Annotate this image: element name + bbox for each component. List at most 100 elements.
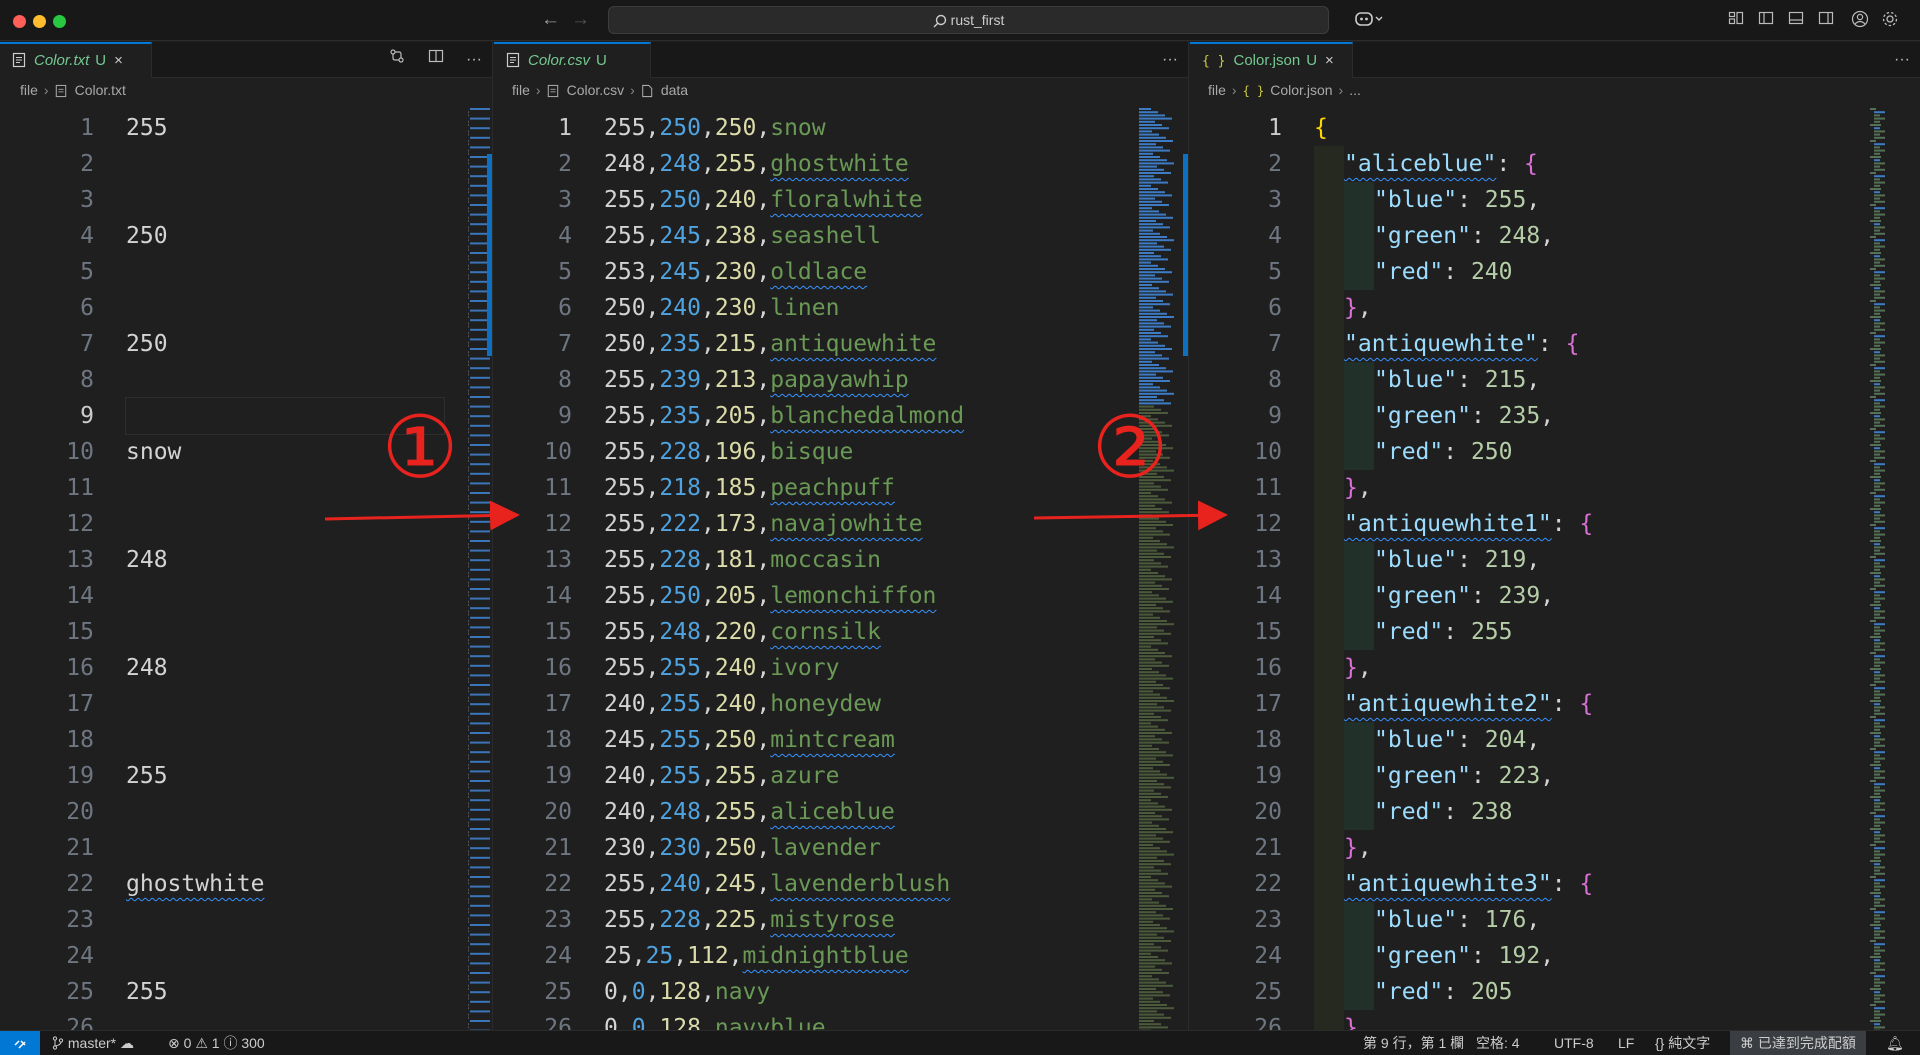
minimap[interactable]: [448, 104, 492, 1030]
account-icon[interactable]: [1850, 10, 1870, 30]
green-value: 235: [659, 331, 701, 357]
tab-color-csv[interactable]: Color.csv U: [494, 42, 651, 78]
breadcrumb-item[interactable]: file: [512, 82, 530, 98]
command-center-search[interactable]: rust_first: [608, 6, 1329, 34]
breadcrumb-item[interactable]: ...: [1349, 82, 1361, 98]
red-value: 255: [604, 439, 646, 465]
close-tab-icon[interactable]: ×: [114, 52, 123, 69]
breadcrumb-item[interactable]: file: [1208, 82, 1226, 98]
minimap-line: [1139, 696, 1167, 699]
json-key: "red": [1374, 439, 1444, 465]
scrollbar-thumb[interactable]: [1183, 154, 1188, 356]
bell-icon[interactable]: 🔔︎: [1886, 1031, 1904, 1055]
minimap-line: [470, 741, 490, 744]
gear-icon[interactable]: [1880, 10, 1900, 30]
copilot-icon[interactable]: [1352, 10, 1386, 30]
minimap-line: [468, 504, 469, 507]
minimap-line: [1874, 879, 1885, 882]
red-value: 255: [604, 475, 646, 501]
csv-row: 25,25,112,midnightblue: [604, 938, 909, 974]
minimap-line: [468, 850, 469, 853]
line-number: 4: [558, 223, 572, 249]
minimap-line: [1139, 594, 1159, 597]
minimap-line: [1874, 1016, 1880, 1019]
minimap-line: [1139, 831, 1173, 834]
json-line: },: [1344, 290, 1372, 326]
line-number: 21: [1254, 835, 1282, 861]
code-editor[interactable]: 1{2 "aliceblue": {3 "blue": 255, 4 "green": …: [1190, 110, 1920, 1030]
minimap-line: [1870, 348, 1881, 350]
indent-guide: [1314, 902, 1344, 938]
toggle-secondary-sidebar-icon[interactable]: [1816, 10, 1836, 30]
open-changes-icon[interactable]: [389, 49, 405, 68]
layout-customize-icon[interactable]: [1726, 10, 1746, 30]
split-editor-icon[interactable]: [428, 49, 444, 68]
minimap-line: [1139, 591, 1152, 594]
indent-guide: [1314, 722, 1344, 758]
minimap-line: [1870, 892, 1881, 894]
minimap-line: [1874, 248, 1880, 251]
close-window-button[interactable]: [13, 15, 26, 28]
remote-indicator[interactable]: [0, 1031, 40, 1055]
comma: ,: [756, 835, 771, 861]
minimap-line: [1139, 194, 1172, 197]
language-mode[interactable]: {} 純文字: [1655, 1031, 1710, 1055]
minimize-window-button[interactable]: [33, 15, 46, 28]
maximize-window-button[interactable]: [53, 15, 66, 28]
minimap-line: [1139, 508, 1162, 510]
minimap-line: [1870, 492, 1876, 494]
code-editor[interactable]: 1 255 2 3 4 250 5 6 7 250 8 9 10 snow 11 12 13 248 14 15 16 2…: [0, 110, 492, 1030]
close-tab-icon[interactable]: ×: [1325, 52, 1334, 69]
copilot-status[interactable]: ⌘ 已達到完成配額: [1730, 1031, 1866, 1055]
breadcrumb-item[interactable]: file: [20, 82, 38, 98]
more-actions-icon[interactable]: ···: [1894, 51, 1910, 68]
problems-status[interactable]: ⊗ 0 ⚠ 1 ⓘ 300: [168, 1031, 265, 1055]
minimap-line: [468, 863, 469, 866]
minimap-line: [1139, 456, 1170, 459]
back-arrow-icon[interactable]: ←: [541, 9, 560, 31]
indentation-status[interactable]: 空格: 4: [1476, 1031, 1520, 1055]
minimap-line: [1870, 332, 1876, 334]
toggle-primary-sidebar-icon[interactable]: [1756, 10, 1776, 30]
forward-arrow-icon[interactable]: →: [571, 9, 590, 31]
minimap-line: [1874, 959, 1880, 962]
eol-status[interactable]: LF: [1618, 1031, 1634, 1055]
cursor-position[interactable]: 第 9 行，第 1 欄: [1363, 1031, 1464, 1055]
minimap-line: [1139, 367, 1166, 370]
brace: }: [1344, 1015, 1358, 1030]
color-name: ghostwhite: [770, 151, 909, 177]
minimap-line: [1874, 821, 1885, 824]
blue-value: 128: [659, 979, 701, 1005]
minimap-line: [1139, 559, 1154, 562]
minimap-line: [1874, 799, 1880, 802]
minimap-line: [470, 693, 490, 696]
breadcrumb-item[interactable]: Color.csv: [567, 82, 625, 98]
json-line: "blue": 204,: [1374, 722, 1540, 758]
tab-color-json[interactable]: { } Color.json U ×: [1190, 42, 1353, 78]
more-actions-icon[interactable]: ···: [466, 51, 482, 68]
json-number: 192: [1498, 943, 1541, 969]
toggle-panel-icon[interactable]: [1786, 10, 1806, 30]
tab-color-txt[interactable]: Color.txt U ×: [0, 42, 152, 78]
minimap-line: [470, 876, 490, 878]
encoding-status[interactable]: UTF-8: [1554, 1031, 1594, 1055]
breadcrumb-item[interactable]: data: [661, 82, 688, 98]
minimap[interactable]: [1135, 104, 1188, 1030]
branch-status[interactable]: master* ☁: [52, 1031, 134, 1055]
line-number: 2: [80, 151, 94, 177]
code-editor[interactable]: 1 255,250,250,snow 2 248,248,255,ghostwhite…: [494, 110, 1188, 1030]
comma: ,: [700, 619, 715, 645]
more-actions-icon[interactable]: ···: [1162, 51, 1178, 68]
breadcrumb-item[interactable]: Color.txt: [75, 82, 126, 98]
minimap-line: [1139, 943, 1154, 946]
minimap-line: [470, 789, 490, 792]
minimap-line: [1874, 872, 1885, 875]
breadcrumb-item[interactable]: Color.json: [1270, 82, 1332, 98]
minimap-line: [468, 498, 469, 501]
scrollbar-thumb[interactable]: [487, 154, 492, 356]
csv-file-icon: [506, 52, 520, 68]
indent-guide: [1314, 290, 1344, 326]
minimap[interactable]: [1866, 104, 1920, 1030]
minimap-line: [1874, 677, 1880, 680]
sync-icon[interactable]: ☁: [120, 1035, 134, 1051]
